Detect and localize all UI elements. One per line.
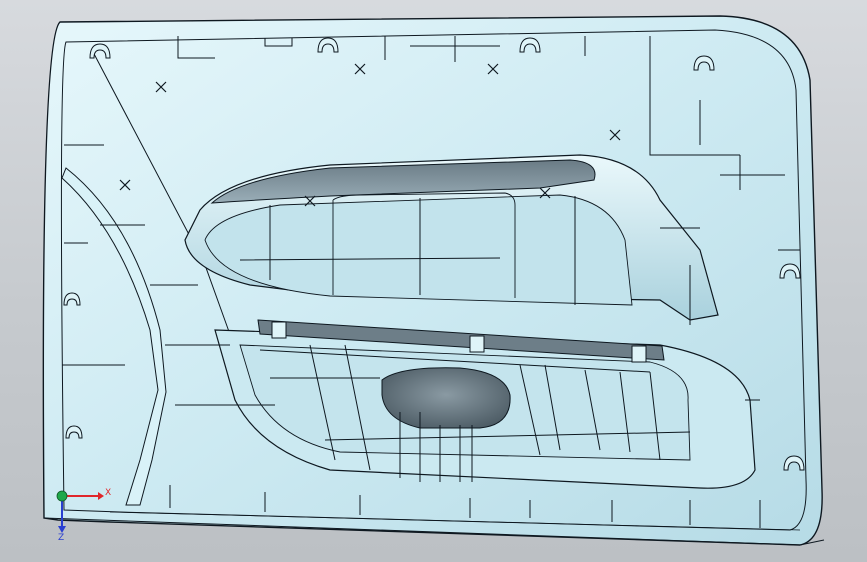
x-axis-label: X [105,488,112,498]
coordinate-triad [56,490,104,533]
z-axis-arrowhead [58,526,66,533]
y-axis-origin [56,490,68,502]
x-axis-arrowhead [98,492,104,500]
cad-viewport[interactable]: X Y Z [0,0,867,562]
z-axis-label: Z [58,533,65,543]
